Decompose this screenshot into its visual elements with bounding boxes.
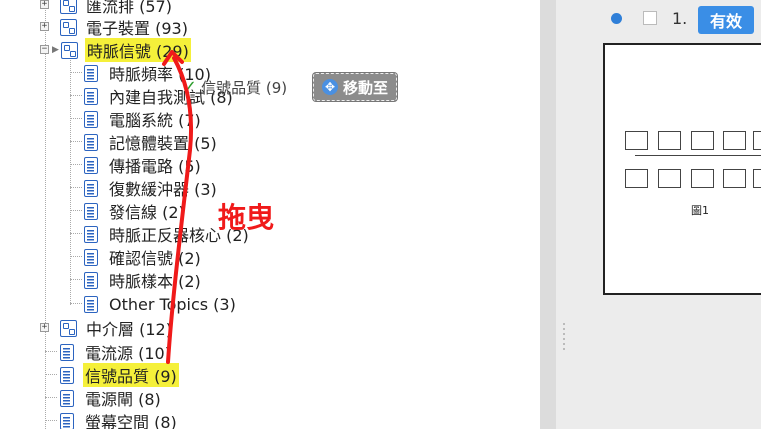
figure-block bbox=[753, 169, 761, 188]
figure-block bbox=[658, 169, 681, 188]
drag-caption: 拖曳 bbox=[218, 201, 275, 234]
item-checkbox[interactable] bbox=[643, 11, 657, 25]
radio-selected[interactable] bbox=[611, 13, 622, 24]
item-number: 1. bbox=[672, 9, 688, 28]
figure-block bbox=[691, 169, 714, 188]
status-badge[interactable]: 有效 bbox=[698, 6, 754, 34]
splitter[interactable] bbox=[540, 0, 556, 429]
figure-block bbox=[625, 169, 648, 188]
figure-block bbox=[723, 169, 746, 188]
figure-block bbox=[723, 131, 746, 150]
figure-caption: 圖1 bbox=[691, 204, 709, 217]
figure-block bbox=[753, 131, 761, 150]
figure-block bbox=[658, 131, 681, 150]
patent-figure-preview[interactable] bbox=[603, 43, 761, 295]
figure-block bbox=[691, 131, 714, 150]
topic-tree: + 匯流排 (57) + 電子裝置 (93) − ▶ 時脈信號 (29) 時脈頻… bbox=[0, 0, 540, 429]
figure-block bbox=[625, 131, 648, 150]
splitter-grip[interactable] bbox=[561, 320, 567, 360]
